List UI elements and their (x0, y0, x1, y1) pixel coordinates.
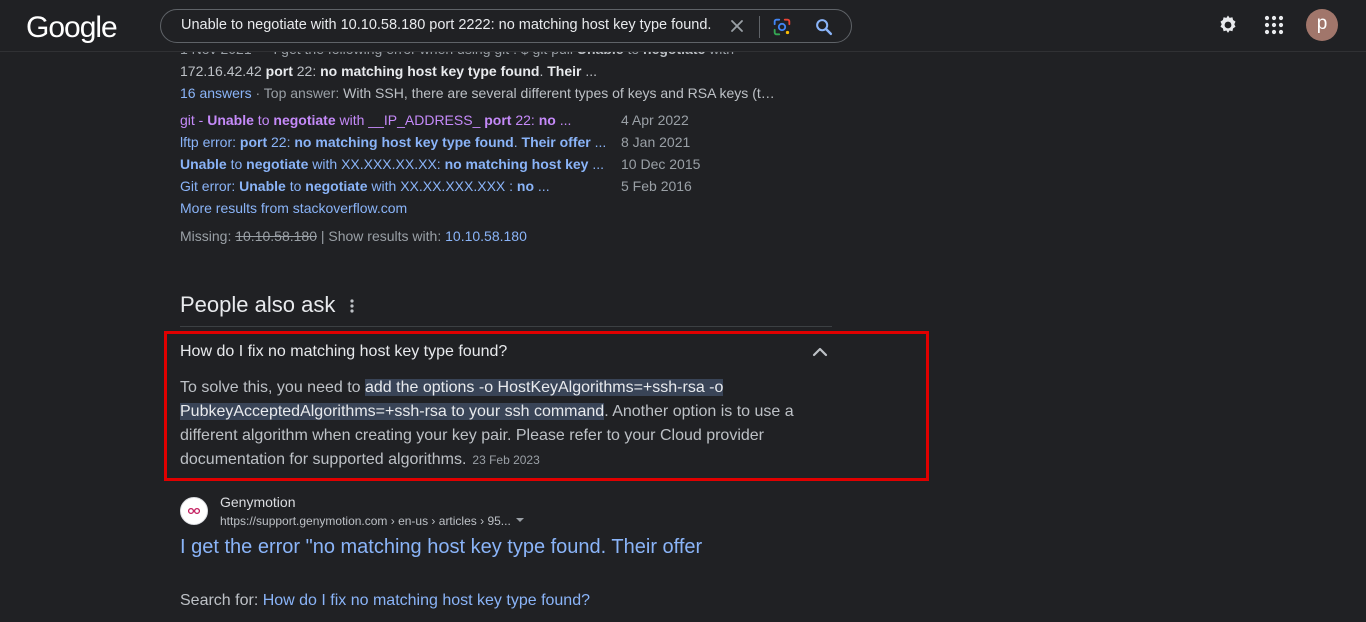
apps-grid-icon[interactable] (1262, 13, 1286, 37)
answer-date: 23 Feb 2023 (472, 453, 540, 467)
site-favicon (180, 497, 208, 525)
search-box[interactable]: Unable to negotiate with 10.10.58.180 po… (160, 9, 852, 43)
search-for-link[interactable]: How do I fix no matching host key type f… (263, 592, 590, 609)
sub-result-date: 8 Jan 2021 (621, 134, 691, 150)
sub-result-link[interactable]: git - Unable to negotiate with __IP_ADDR… (180, 112, 571, 128)
answers-link[interactable]: 16 answers (180, 85, 252, 101)
chevron-up-icon[interactable] (810, 343, 830, 361)
show-results-with-link[interactable]: 10.10.58.180 (445, 228, 527, 244)
site-name[interactable]: Genymotion (220, 494, 295, 510)
search-input[interactable]: Unable to negotiate with 10.10.58.180 po… (181, 17, 715, 33)
gear-icon[interactable] (1216, 13, 1240, 37)
missing-terms-line: Missing: 10.10.58.180 | Show results wit… (180, 228, 527, 244)
paa-question[interactable]: How do I fix no matching host key type f… (180, 343, 507, 361)
paa-divider (180, 326, 832, 327)
close-icon[interactable] (727, 16, 747, 36)
people-also-ask-heading: People also ask (180, 292, 336, 317)
result-snippet-line-2: 172.16.42.42 port 22: no matching host k… (180, 63, 598, 79)
search-divider (759, 16, 760, 38)
sub-result-link[interactable]: Unable to negotiate with XX.XXX.XX.XX: n… (180, 156, 604, 172)
result-title-link[interactable]: I get the error "no matching host key ty… (180, 536, 702, 559)
sub-result-date: 5 Feb 2016 (621, 178, 692, 194)
paa-answer: To solve this, you need to add the optio… (180, 379, 794, 468)
sub-result-link[interactable]: lftp error: port 22: no matching host ke… (180, 134, 606, 150)
caret-down-icon[interactable] (514, 515, 526, 525)
site-url[interactable]: https://support.genymotion.com › en-us ›… (220, 514, 511, 528)
top-bar: Google Unable to negotiate with 10.10.58… (0, 0, 1366, 51)
sub-result-date: 10 Dec 2015 (621, 156, 701, 172)
sub-result-date: 4 Apr 2022 (621, 112, 689, 128)
more-options-icon[interactable] (344, 298, 360, 314)
search-for-line: Search for: How do I fix no matching hos… (180, 592, 590, 609)
sub-result-link[interactable]: Git error: Unable to negotiate with XX.X… (180, 178, 550, 194)
answers-line: 16 answers · Top answer: With SSH, there… (180, 85, 775, 101)
more-results-link[interactable]: More results from stackoverflow.com (180, 200, 407, 216)
google-lens-icon[interactable] (771, 16, 793, 38)
search-icon[interactable] (813, 16, 835, 38)
avatar[interactable]: p (1306, 9, 1338, 41)
google-logo[interactable]: Google (26, 11, 118, 45)
